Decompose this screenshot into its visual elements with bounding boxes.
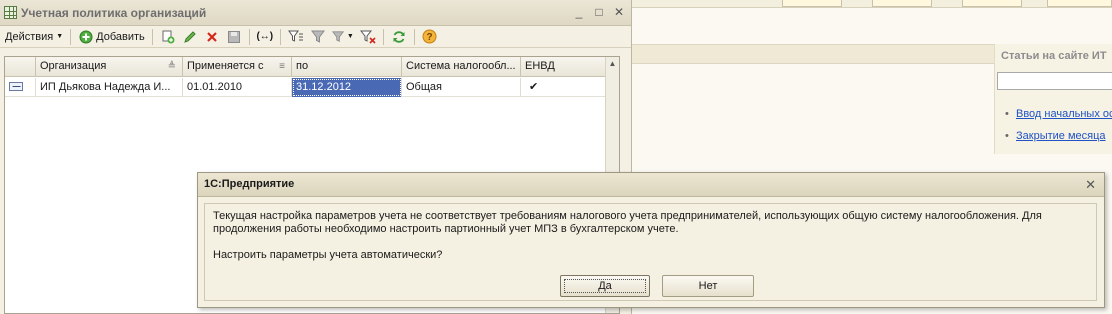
dialog-message: Текущая настройка параметров учета не со… [213, 210, 1042, 235]
minimize-button[interactable]: _ [572, 5, 586, 19]
add-label: Добавить [96, 30, 145, 43]
side-panel: Статьи на сайте ИТ Ввод начальных ос Зак… [994, 44, 1112, 154]
sort-descending-icon: ≡ [279, 61, 285, 72]
table-header: Организация ≜ Применяется с ≡ по Система… [5, 57, 606, 77]
cell-envd-checkmark[interactable]: ✔ [521, 78, 606, 97]
toolbar-separator [382, 28, 384, 45]
dialog-close-icon[interactable]: ✕ [1085, 177, 1096, 193]
column-header-label: Система налогообл... [406, 60, 516, 72]
filter-dropdown-icon[interactable]: ▼ [331, 29, 354, 45]
help-icon[interactable]: ? [422, 29, 438, 45]
cell-applies-from[interactable]: 01.01.2010 [183, 78, 292, 97]
cell-tax-system[interactable]: Общая [402, 78, 521, 97]
window-titlebar: Учетная политика организаций _ □ ✕ [0, 0, 631, 26]
dialog-titlebar: 1С:Предприятие ✕ [198, 173, 1104, 197]
dialog-body: Текущая настройка параметров учета не со… [204, 203, 1097, 301]
toolbar-separator [413, 28, 415, 45]
yes-button[interactable]: Да [560, 275, 650, 297]
window-title: Учетная политика организаций [21, 5, 207, 20]
clear-filter-icon[interactable] [359, 29, 376, 45]
header-icon-column [5, 57, 36, 77]
filter-icon[interactable] [287, 29, 304, 45]
side-search-input[interactable] [997, 72, 1112, 90]
scroll-up-arrow-icon[interactable]: ▲ [606, 57, 619, 71]
row-icon-cell [5, 78, 36, 97]
column-header-label: Организация [40, 60, 107, 72]
background-tab[interactable] [962, 0, 1022, 7]
actions-label: Действия [5, 30, 54, 43]
side-link-month-close[interactable]: Закрытие месяца [1005, 130, 1106, 142]
actions-menu-button[interactable]: Действия ▼ [2, 28, 66, 46]
refresh-icon[interactable] [391, 29, 407, 45]
background-tab[interactable] [782, 0, 842, 7]
confirmation-dialog: 1С:Предприятие ✕ Текущая настройка парам… [197, 172, 1105, 308]
copy-icon[interactable] [160, 29, 176, 45]
form-toolbar: Действия ▼ Добавить (↔) ▼ ? [0, 26, 631, 48]
plus-icon [78, 29, 94, 45]
toolbar-separator [151, 28, 153, 45]
cell-organization[interactable]: ИП Дьякова Надежда И... [36, 78, 183, 97]
delete-icon[interactable] [204, 29, 220, 45]
table-row[interactable]: ИП Дьякова Надежда И... 01.01.2010 31.12… [5, 78, 606, 97]
side-panel-title: Статьи на сайте ИТ [1001, 50, 1107, 62]
column-header-label: Применяется с [187, 60, 264, 72]
column-header-label: по [296, 60, 309, 72]
side-link-opening-balances[interactable]: Ввод начальных ос [1005, 108, 1112, 120]
svg-text:?: ? [427, 32, 433, 43]
column-header-envd[interactable]: ЕНВД [521, 57, 606, 77]
column-header-tax-system[interactable]: Система налогообл... [402, 57, 521, 77]
cell-to[interactable]: 31.12.2012 [292, 78, 402, 97]
toolbar-separator [279, 28, 281, 45]
sort-icon: ≜ [167, 61, 176, 72]
column-header-to[interactable]: по [292, 57, 402, 77]
column-header-label: ЕНВД [525, 60, 555, 72]
filter-list-icon[interactable] [310, 29, 326, 45]
dialog-title: 1С:Предприятие [204, 178, 295, 190]
background-tab[interactable] [1047, 0, 1112, 7]
brackets-icon[interactable]: (↔) [256, 29, 273, 45]
chevron-down-icon: ▼ [56, 33, 64, 40]
save-icon[interactable] [226, 29, 242, 45]
background-tabbar [632, 0, 1112, 8]
column-header-applies-from[interactable]: Применяется с ≡ [183, 57, 292, 77]
no-button[interactable]: Нет [662, 275, 754, 297]
record-icon [9, 82, 23, 91]
maximize-button[interactable]: □ [592, 5, 606, 19]
background-tab[interactable] [872, 0, 932, 7]
close-button[interactable]: ✕ [612, 5, 626, 19]
column-header-organization[interactable]: Организация ≜ [36, 57, 183, 77]
dialog-question: Настроить параметры учета автоматически? [213, 249, 443, 261]
toolbar-separator [248, 28, 250, 45]
toolbar-separator [70, 28, 72, 45]
edit-icon[interactable] [182, 29, 198, 45]
add-button[interactable]: Добавить [75, 28, 148, 46]
table-icon [4, 6, 17, 19]
